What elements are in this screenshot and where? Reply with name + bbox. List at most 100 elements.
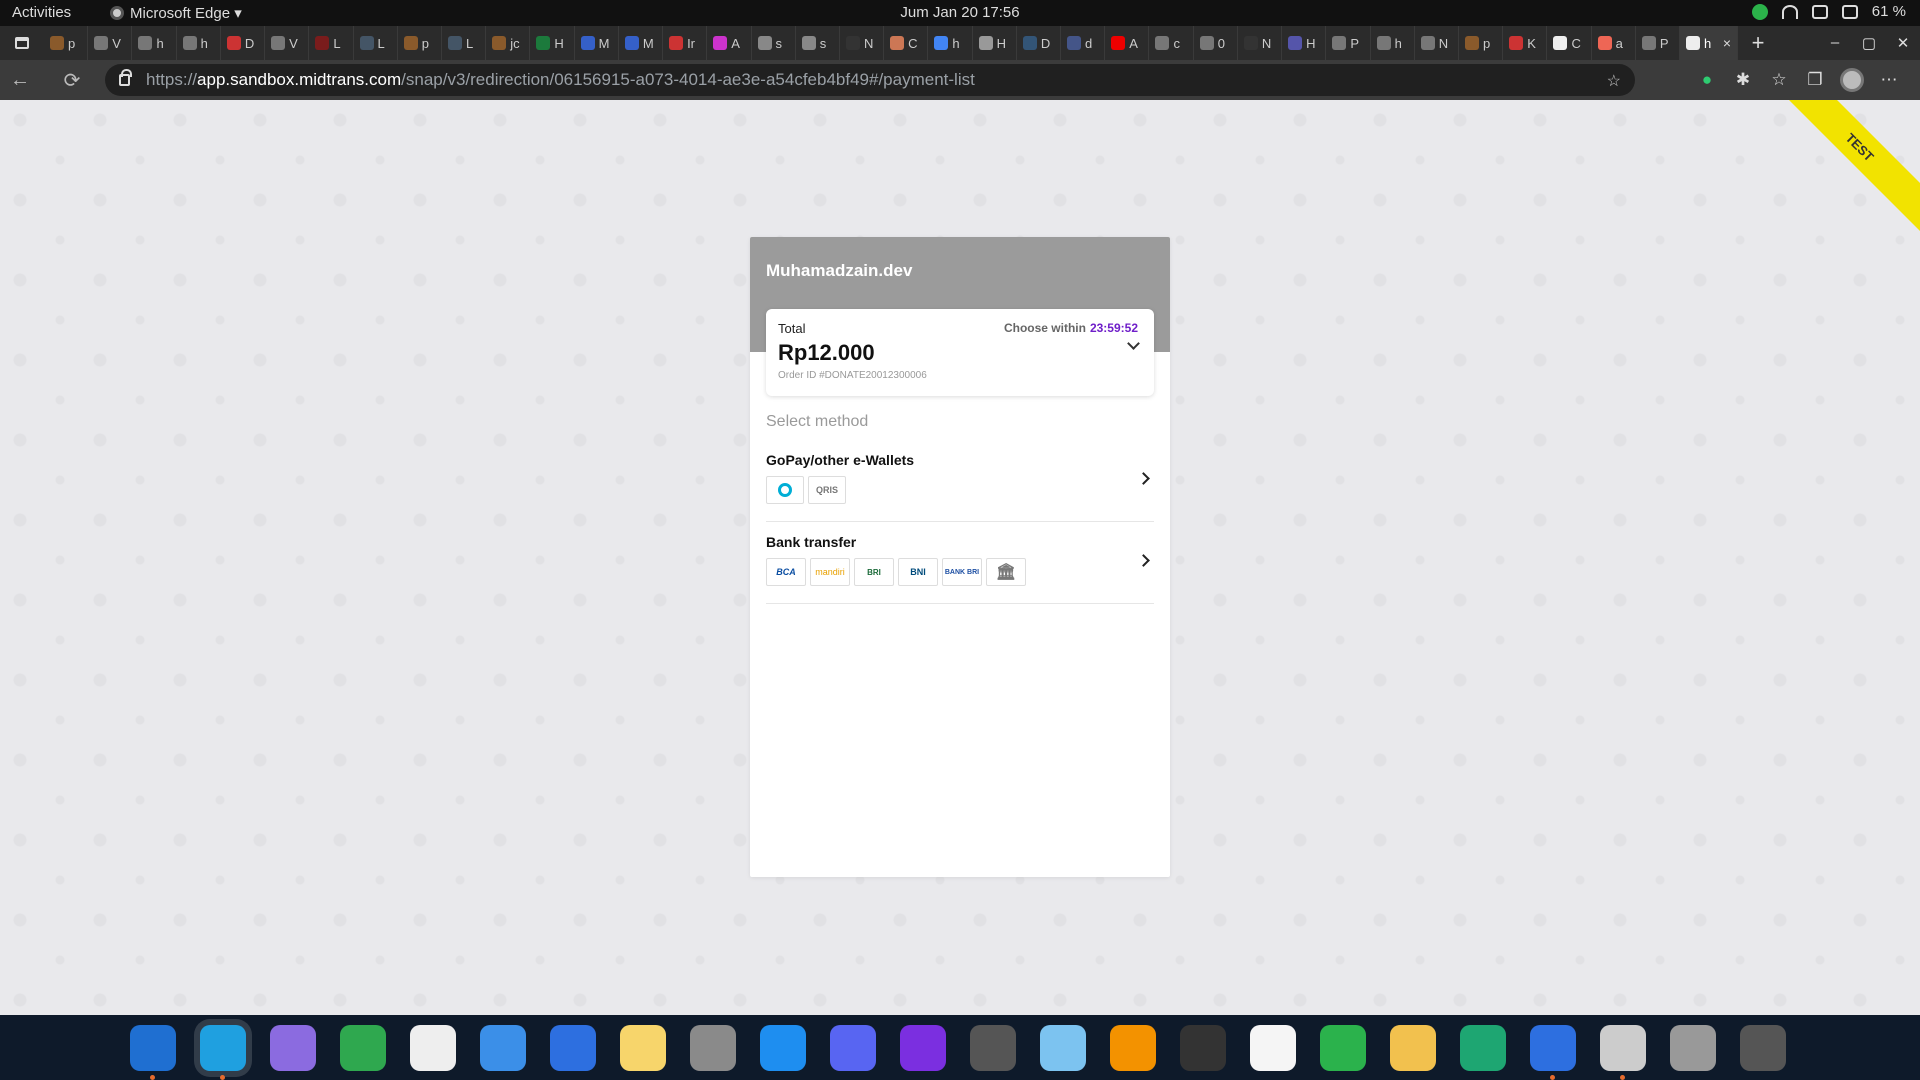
tab[interactable]: Ir — [663, 26, 708, 60]
tab[interactable]: P — [1636, 26, 1680, 60]
tab-active[interactable]: h × — [1680, 26, 1738, 60]
tab[interactable]: h — [132, 26, 177, 60]
tab[interactable]: p — [1459, 26, 1504, 60]
more-button[interactable]: ⋯ — [1878, 69, 1900, 91]
tab[interactable]: D — [1017, 26, 1062, 60]
minimize-button[interactable]: – — [1818, 34, 1852, 52]
tab[interactable]: a — [1592, 26, 1636, 60]
app-blue-icon[interactable] — [550, 1025, 596, 1071]
tab[interactable]: s — [752, 26, 796, 60]
system-tray[interactable]: 61 % — [1751, 3, 1906, 20]
tab[interactable]: H — [1282, 26, 1327, 60]
profile-avatar[interactable] — [1840, 68, 1864, 92]
app-green-icon[interactable] — [1460, 1025, 1506, 1071]
tab[interactable]: M — [575, 26, 619, 60]
tab[interactable]: D — [221, 26, 266, 60]
tab[interactable]: N — [1238, 26, 1283, 60]
favorites-icon[interactable]: ☆ — [1768, 69, 1790, 91]
screenshot-2-icon[interactable] — [1600, 1025, 1646, 1080]
clock[interactable]: Jum Jan 20 17:56 — [0, 4, 1920, 21]
disk-icon[interactable] — [1670, 1025, 1716, 1071]
address-bar[interactable]: https://app.sandbox.midtrans.com/snap/v3… — [105, 64, 1635, 96]
chat-icon[interactable] — [340, 1025, 386, 1071]
keynote-icon[interactable] — [1250, 1025, 1296, 1071]
tab[interactable]: A — [1105, 26, 1150, 60]
tab[interactable]: V — [265, 26, 310, 60]
wifi-icon[interactable] — [1781, 4, 1798, 19]
tab[interactable]: C — [884, 26, 929, 60]
tab[interactable]: C — [1547, 26, 1592, 60]
numbers-icon[interactable] — [1320, 1025, 1366, 1071]
vlc-icon[interactable] — [1110, 1025, 1156, 1071]
app-store-icon[interactable] — [760, 1025, 806, 1071]
close-window-button[interactable]: ✕ — [1886, 34, 1920, 52]
tab[interactable]: N — [1415, 26, 1459, 60]
tab[interactable]: h — [177, 26, 221, 60]
tab[interactable]: M — [619, 26, 664, 60]
collections-icon[interactable]: ❐ — [1804, 69, 1826, 91]
app-violet-icon[interactable] — [900, 1025, 946, 1071]
method-ewallet[interactable]: GoPay/other e-Wallets QRIS — [766, 442, 1154, 522]
tab[interactable]: N — [840, 26, 885, 60]
terminal-icon[interactable] — [1180, 1025, 1226, 1071]
files-icon[interactable] — [1040, 1025, 1086, 1071]
app-purple-icon[interactable] — [270, 1025, 316, 1071]
tab[interactable]: L — [309, 26, 354, 60]
app-menu-label: Microsoft Edge ▾ — [130, 5, 242, 22]
tab[interactable]: jc — [486, 26, 531, 60]
method-bank-transfer[interactable]: Bank transfer BCA mandiri BRI BNI BANK B… — [766, 524, 1154, 604]
app-menu[interactable]: Microsoft Edge ▾ — [110, 4, 242, 22]
tab-favicon-icon — [138, 36, 153, 50]
app-grid-icon[interactable] — [1740, 1025, 1786, 1071]
tab-label: d — [1085, 35, 1093, 51]
tab[interactable]: d — [1061, 26, 1106, 60]
edge-icon[interactable] — [200, 1025, 246, 1080]
tab[interactable]: p — [44, 26, 89, 60]
tab-favicon-icon — [1509, 36, 1524, 50]
volume-icon[interactable] — [1811, 4, 1828, 19]
screenshot-icon[interactable] — [970, 1025, 1016, 1071]
url-text[interactable]: https://app.sandbox.midtrans.com/snap/v3… — [146, 70, 975, 90]
back-button[interactable]: ← — [0, 60, 40, 100]
tab[interactable]: c — [1149, 26, 1194, 60]
recycle-icon[interactable] — [1751, 3, 1768, 20]
tab[interactable]: H — [530, 26, 575, 60]
tab-label: P — [1659, 35, 1669, 51]
tab[interactable]: p — [398, 26, 442, 60]
tab[interactable]: h — [1371, 26, 1415, 60]
vscode-icon[interactable] — [130, 1025, 176, 1080]
extensions-puzzle-icon[interactable]: ✱ — [1732, 69, 1754, 91]
tab[interactable]: 0 — [1194, 26, 1238, 60]
tab[interactable]: L — [442, 26, 487, 60]
finder-icon[interactable] — [480, 1025, 526, 1071]
settings-icon[interactable] — [690, 1025, 736, 1071]
new-tab-button[interactable]: + — [1738, 30, 1778, 56]
tab[interactable]: K — [1503, 26, 1548, 60]
tab[interactable]: h — [928, 26, 973, 60]
discord-icon[interactable] — [830, 1025, 876, 1071]
tab[interactable]: A — [707, 26, 752, 60]
reload-button[interactable]: ⟳ — [52, 60, 92, 100]
tab-label: s — [775, 35, 783, 51]
tab-close-icon[interactable]: × — [1723, 35, 1731, 51]
tab[interactable]: s — [796, 26, 840, 60]
tab[interactable]: V — [88, 26, 133, 60]
add-favorite-icon[interactable]: ☆ — [1607, 71, 1621, 91]
extension-icon[interactable]: ● — [1696, 69, 1718, 91]
activities-button[interactable]: Activities — [12, 4, 71, 21]
tab-label: h — [156, 35, 164, 51]
tab-actions-button[interactable] — [0, 26, 44, 60]
tab[interactable]: H — [973, 26, 1017, 60]
app-blue-2-icon[interactable] — [1530, 1025, 1576, 1080]
tab[interactable]: L — [354, 26, 398, 60]
tab[interactable]: P — [1326, 26, 1371, 60]
battery-icon[interactable] — [1841, 4, 1858, 19]
order-summary[interactable]: Total Choose within 23:59:52 Rp12.000 Ord… — [766, 309, 1154, 396]
dock-apps — [130, 1025, 1786, 1080]
tab-label: C — [1571, 35, 1581, 51]
pages-icon[interactable] — [1390, 1025, 1436, 1071]
app-white-icon[interactable] — [410, 1025, 456, 1071]
lock-icon[interactable] — [119, 69, 132, 86]
maximize-button[interactable]: ▢ — [1852, 34, 1886, 52]
notes-icon[interactable] — [620, 1025, 666, 1071]
